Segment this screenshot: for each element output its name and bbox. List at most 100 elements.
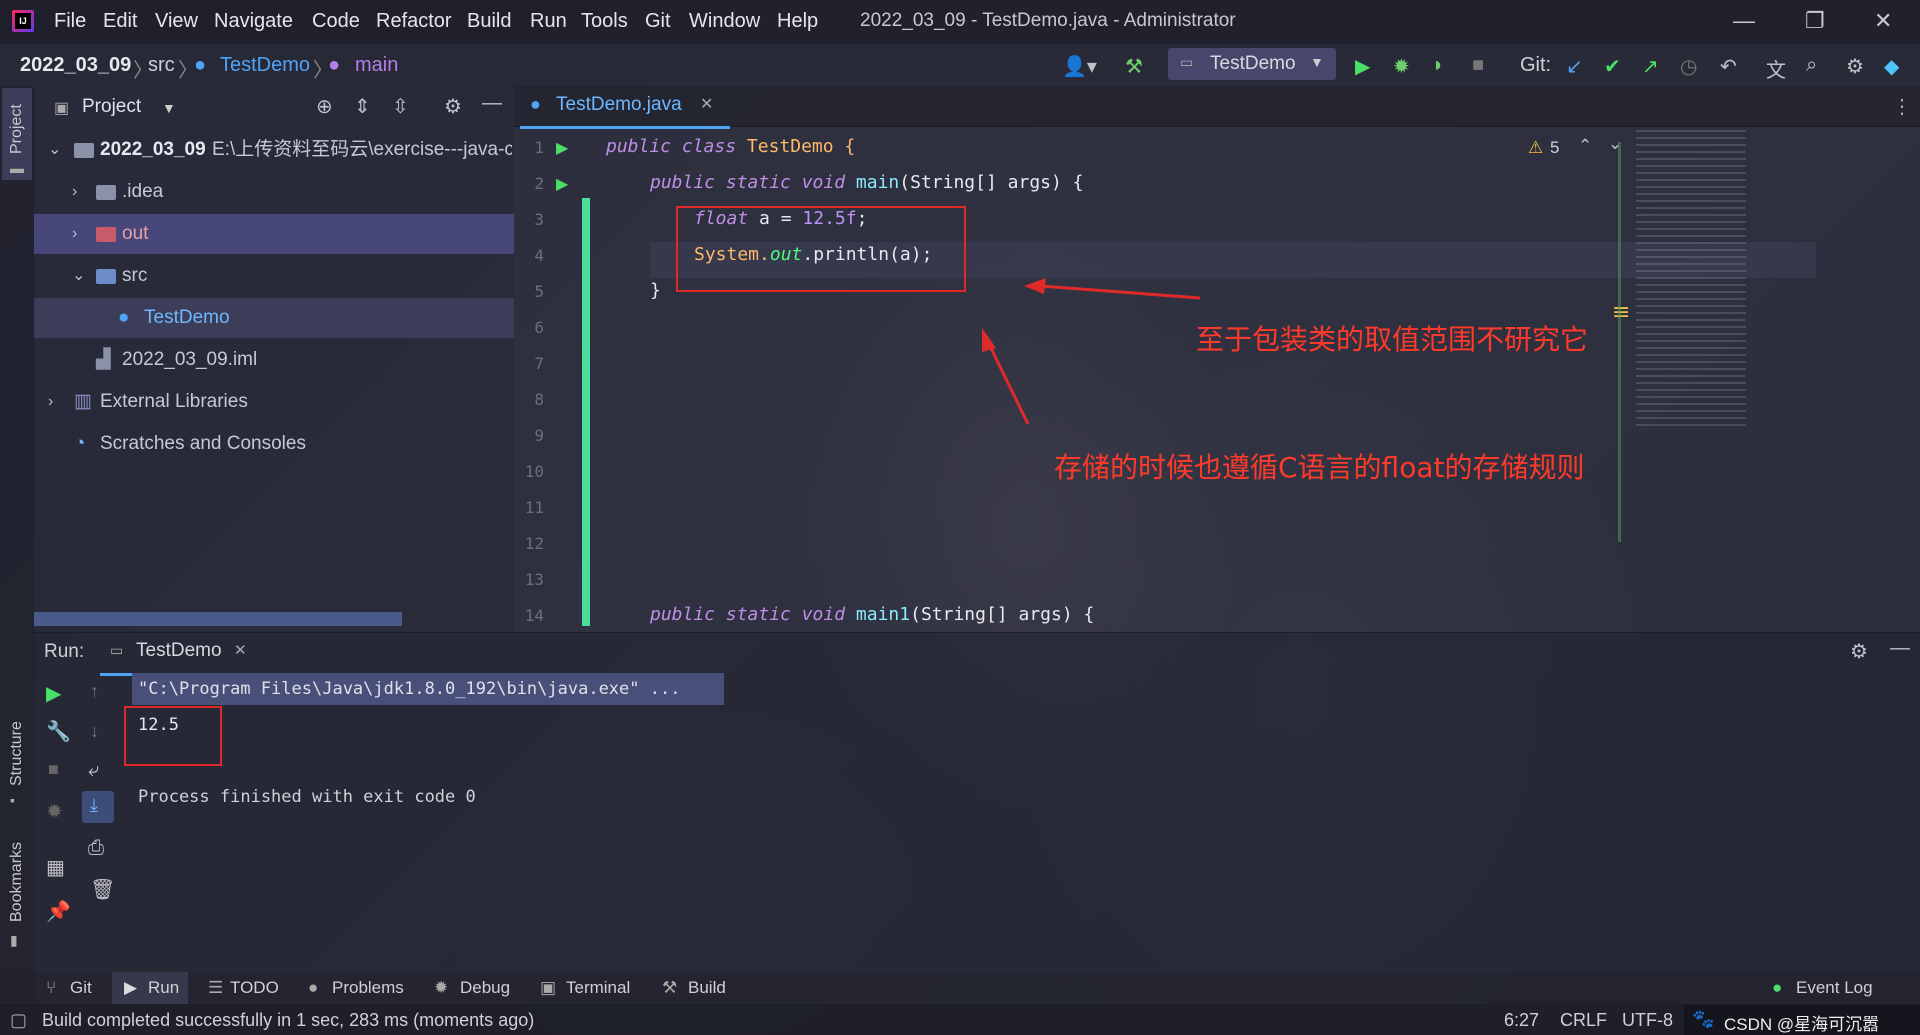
chevron-down-icon[interactable]: ▼	[162, 100, 176, 116]
breadcrumb-src[interactable]: src	[148, 54, 175, 77]
menu-window[interactable]: Window	[689, 10, 760, 33]
trash-icon[interactable]: 🗑	[90, 877, 115, 902]
git-commit-icon[interactable]: ✔	[1604, 54, 1621, 79]
tool-problems[interactable]: Problems	[332, 978, 404, 998]
warning-count[interactable]: 5	[1550, 138, 1559, 158]
caret-position[interactable]: 6:27	[1504, 1010, 1539, 1031]
settings-gear-icon[interactable]: ⚙	[1846, 54, 1864, 79]
menu-run[interactable]: Run	[530, 10, 567, 33]
up-arrow-icon[interactable]: ↑	[90, 681, 99, 702]
breadcrumb-method[interactable]: main	[355, 54, 398, 77]
minimize-icon[interactable]: —	[1733, 8, 1755, 34]
folder-icon: ▬	[10, 160, 24, 176]
tool-git[interactable]: Git	[70, 978, 92, 998]
hamburger-menu-icon[interactable]: ≡	[1612, 300, 1630, 325]
editor-scrollbar[interactable]	[1618, 142, 1621, 542]
close-tab-icon[interactable]: ✕	[234, 641, 247, 659]
breadcrumb-project[interactable]: 2022_03_09	[20, 54, 131, 77]
bug-icon[interactable]: ✹	[46, 799, 63, 824]
hide-panel-icon[interactable]: —	[1890, 637, 1910, 660]
settings-gear-icon[interactable]: ⚙	[444, 94, 462, 119]
tree-item-testdemo[interactable]: ● TestDemo	[34, 298, 514, 338]
menu-view[interactable]: View	[155, 10, 198, 33]
git-branch-icon: ⑂	[46, 978, 57, 997]
warning-icon[interactable]: ⚠	[1528, 138, 1543, 158]
menu-tools[interactable]: Tools	[581, 10, 628, 33]
todo-icon: ☰	[208, 978, 224, 997]
file-encoding[interactable]: UTF-8	[1622, 1010, 1673, 1031]
title-bar: IJ File Edit View Navigate Code Refactor…	[0, 0, 1920, 44]
coverage-icon[interactable]: ◗	[1432, 54, 1444, 77]
status-message[interactable]: Build completed successfully in 1 sec, 2…	[42, 1010, 534, 1031]
terminal-icon: ▣	[540, 978, 557, 997]
code-token: main	[855, 172, 900, 193]
translate-icon[interactable]: 文	[1766, 54, 1786, 83]
build-hammer-icon[interactable]: ⚒	[1125, 54, 1143, 79]
history-icon[interactable]: ◷	[1680, 54, 1697, 79]
tab-testdemo-java[interactable]: ● TestDemo.java ✕	[520, 86, 730, 129]
rollback-icon[interactable]: ↶	[1720, 54, 1737, 79]
line-separator[interactable]: CRLF	[1560, 1010, 1607, 1031]
run-config-label: TestDemo	[1210, 53, 1296, 74]
settings-gear-icon[interactable]: ⚙	[1850, 639, 1868, 664]
soft-wrap-icon[interactable]: ⤶	[88, 759, 99, 782]
status-panel-icon[interactable]: ▢	[10, 1010, 27, 1031]
git-update-icon[interactable]: ↙	[1566, 54, 1583, 79]
close-icon[interactable]: ✕	[1874, 8, 1892, 34]
search-icon[interactable]: ⌕	[1806, 54, 1817, 77]
stop-icon[interactable]: ■	[1472, 54, 1484, 77]
tree-item-out[interactable]: › out	[34, 214, 514, 254]
horizontal-scrollbar[interactable]	[34, 612, 402, 626]
chevron-up-icon[interactable]: ⌃	[1578, 136, 1592, 156]
run-icon[interactable]: ▶	[1355, 54, 1370, 79]
print-icon[interactable]: ⎙	[88, 837, 104, 860]
tree-item-iml[interactable]: ▟ 2022_03_09.iml	[34, 340, 514, 380]
tool-run[interactable]: Run	[148, 978, 179, 998]
scratches-icon: ◔	[74, 433, 86, 454]
locate-icon[interactable]: ⊕	[316, 94, 333, 119]
tree-item-external-libraries[interactable]: › ▥ External Libraries	[34, 382, 514, 422]
stop-icon[interactable]: ■	[48, 759, 59, 780]
tool-terminal[interactable]: Terminal	[566, 978, 630, 998]
hide-panel-icon[interactable]: —	[482, 92, 502, 115]
menu-help[interactable]: Help	[777, 10, 818, 33]
rerun-icon[interactable]: ▶	[46, 681, 61, 706]
down-arrow-icon[interactable]: ↓	[90, 721, 99, 742]
tool-todo[interactable]: TODO	[230, 978, 279, 998]
menu-edit[interactable]: Edit	[103, 10, 137, 33]
scroll-to-end-toggle[interactable]: ⤓	[82, 791, 114, 823]
tree-item-project-root[interactable]: ⌄ 2022_03_09 E:\上传资料至码云\exercise---java-…	[34, 130, 514, 170]
tree-item-idea[interactable]: › .idea	[34, 172, 514, 212]
plugin-logo-icon[interactable]: ◆	[1884, 54, 1899, 79]
menu-build[interactable]: Build	[467, 10, 511, 33]
pin-icon[interactable]: 📌	[46, 899, 71, 924]
chevron-down-icon: ▼	[1310, 54, 1324, 70]
git-push-icon[interactable]: ↗	[1642, 54, 1659, 79]
tree-item-scratches[interactable]: ◔ Scratches and Consoles	[34, 424, 514, 464]
expand-all-icon[interactable]: ⇕	[354, 94, 371, 119]
collapse-all-icon[interactable]: ⇳	[392, 94, 409, 119]
tool-debug[interactable]: Debug	[460, 978, 510, 998]
breadcrumb-class[interactable]: TestDemo	[220, 54, 310, 77]
restore-icon[interactable]: ❐	[1805, 8, 1825, 34]
menu-refactor[interactable]: Refactor	[376, 10, 452, 33]
user-icon[interactable]: 👤▾	[1062, 54, 1097, 79]
project-panel-title[interactable]: Project	[82, 96, 141, 118]
code-minimap[interactable]	[1636, 130, 1746, 430]
more-options-icon[interactable]: ⋮	[1892, 94, 1912, 119]
tree-item-src[interactable]: ⌄ src	[34, 256, 514, 296]
menu-file[interactable]: File	[54, 10, 86, 33]
layout-icon[interactable]: ▦	[46, 855, 65, 880]
debug-icon[interactable]: ✹	[1393, 54, 1410, 79]
menu-code[interactable]: Code	[312, 10, 360, 33]
bookmarks-tool-label[interactable]: Bookmarks	[8, 842, 26, 922]
tool-event-log[interactable]: Event Log	[1796, 978, 1873, 998]
close-tab-icon[interactable]: ✕	[700, 94, 713, 114]
run-tab-testdemo[interactable]: ▭ TestDemo ✕	[100, 633, 256, 676]
tool-build[interactable]: Build	[688, 978, 726, 998]
wrench-icon[interactable]: 🔧	[46, 719, 71, 744]
run-config-selector[interactable]: ▭ TestDemo ▼	[1168, 48, 1336, 80]
menu-git[interactable]: Git	[645, 10, 671, 33]
structure-tool-label[interactable]: Structure	[8, 721, 26, 786]
menu-navigate[interactable]: Navigate	[214, 10, 293, 33]
